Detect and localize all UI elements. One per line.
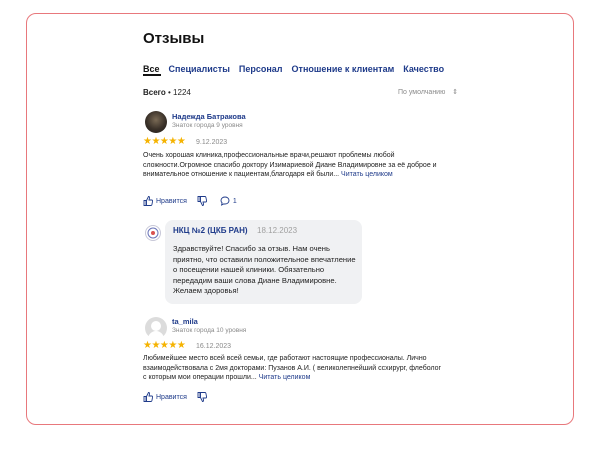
- clinic-emblem: [147, 227, 159, 239]
- tabs-overflow-fade: [455, 57, 475, 75]
- tab-all[interactable]: Все: [143, 64, 160, 74]
- like-button[interactable]: Нравится: [143, 196, 187, 206]
- sort-dropdown[interactable]: По умолчанию ⇕: [398, 88, 458, 96]
- comments-button[interactable]: 1: [220, 196, 237, 206]
- thumbs-up-icon: [143, 196, 153, 206]
- active-tab-indicator: [143, 74, 161, 76]
- avatar[interactable]: [145, 111, 167, 133]
- review-date: 9.12.2023: [196, 139, 228, 146]
- dislike-button[interactable]: [197, 392, 210, 402]
- reply-org-name[interactable]: НКЦ №2 (ЦКБ РАН): [173, 226, 248, 235]
- tab-attitude[interactable]: Отношение к клиентам: [292, 64, 395, 74]
- read-more-link[interactable]: Читать целиком: [341, 171, 393, 178]
- clinic-logo-icon: [145, 225, 161, 241]
- comments-count: 1: [232, 197, 237, 205]
- dislike-button[interactable]: [197, 196, 210, 206]
- like-label: Нравится: [156, 197, 187, 205]
- tab-staff[interactable]: Персонал: [239, 64, 283, 74]
- review-tabs: Все Специалисты Персонал Отношение к клиент…: [143, 59, 473, 75]
- author-level: Знаток города 9 уровня: [172, 122, 243, 129]
- sort-label: По умолчанию: [398, 89, 446, 96]
- author-level: Знаток города 10 уровня: [172, 327, 247, 334]
- like-label: Нравится: [156, 393, 187, 401]
- tab-specialists[interactable]: Специалисты: [169, 64, 230, 74]
- review-author[interactable]: ta_mila: [172, 317, 198, 326]
- total-count: Всего • 1224: [143, 88, 191, 97]
- avatar[interactable]: [145, 317, 167, 339]
- read-more-link[interactable]: Читать целиком: [259, 374, 311, 381]
- thumbs-down-icon: [197, 392, 207, 402]
- review-text: Очень хорошая клиника,профессиональные в…: [143, 151, 443, 180]
- rating-stars: ★★★★★: [143, 340, 186, 351]
- page-title: Отзывы: [143, 30, 205, 47]
- total-value: • 1224: [168, 88, 191, 97]
- sort-arrows-icon: ⇕: [452, 89, 459, 96]
- review-actions: Нравится 1: [143, 196, 247, 206]
- thumbs-down-icon: [197, 196, 207, 206]
- comment-icon: [220, 196, 230, 206]
- reply-date: 18.12.2023: [257, 226, 298, 235]
- reply-text: Здравствуйте! Спасибо за отзыв. Нам очен…: [173, 244, 356, 296]
- review-actions: Нравится: [143, 392, 220, 402]
- review-author[interactable]: Надежда Батракова: [172, 112, 246, 121]
- review-text: Любимейшее место всей всей семьи, где ра…: [143, 354, 443, 383]
- thumbs-up-icon: [143, 392, 153, 402]
- tab-quality[interactable]: Качество: [403, 64, 444, 74]
- rating-stars: ★★★★★: [143, 136, 186, 147]
- review-date: 16.12.2023: [196, 343, 232, 350]
- like-button[interactable]: Нравится: [143, 392, 187, 402]
- total-label: Всего: [143, 88, 166, 97]
